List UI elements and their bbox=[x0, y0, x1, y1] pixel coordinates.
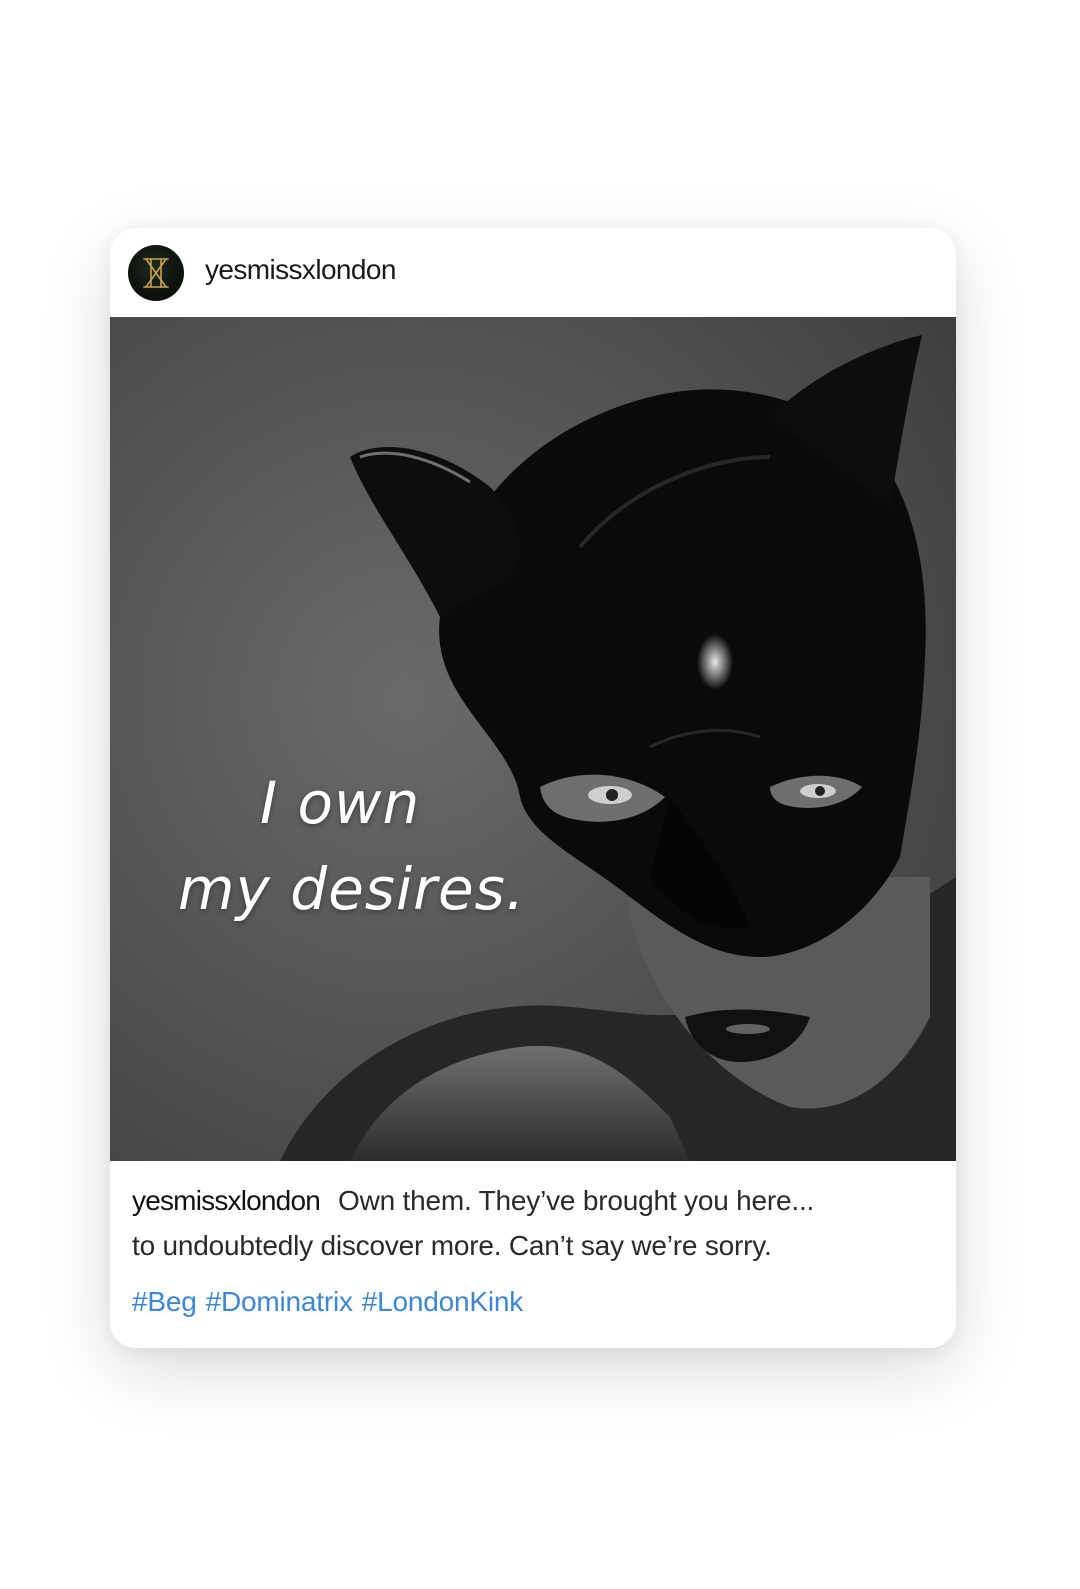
hashtag-link[interactable]: #Dominatrix bbox=[206, 1286, 353, 1317]
gold-monogram-logo-icon bbox=[143, 258, 169, 288]
hashtag-link[interactable]: #Beg bbox=[132, 1286, 197, 1317]
avatar[interactable] bbox=[128, 245, 184, 301]
caption-username[interactable]: yesmissxlondon bbox=[132, 1185, 321, 1216]
hashtag-list: #Beg #Dominatrix #LondonKink bbox=[132, 1286, 532, 1318]
overlay-text-line2: my desires. bbox=[178, 855, 526, 923]
overlay-text-line1: I own bbox=[260, 769, 421, 837]
post-image[interactable]: I own my desires. bbox=[110, 317, 956, 1161]
post-caption: yesmissxlondon Own them. They’ve brought … bbox=[132, 1178, 932, 1268]
masked-figure-illustration bbox=[110, 317, 956, 1161]
post-card: yesmissxlondon I own my desires. yesmiss… bbox=[110, 228, 956, 1348]
hashtag-link[interactable]: #LondonKink bbox=[362, 1286, 523, 1317]
caption-text-line1: Own them. They’ve brought you here... bbox=[338, 1185, 815, 1216]
post-username[interactable]: yesmissxlondon bbox=[205, 254, 396, 286]
caption-text-line2: to undoubtedly discover more. Can’t say … bbox=[132, 1230, 772, 1261]
post-header: yesmissxlondon bbox=[110, 228, 956, 317]
